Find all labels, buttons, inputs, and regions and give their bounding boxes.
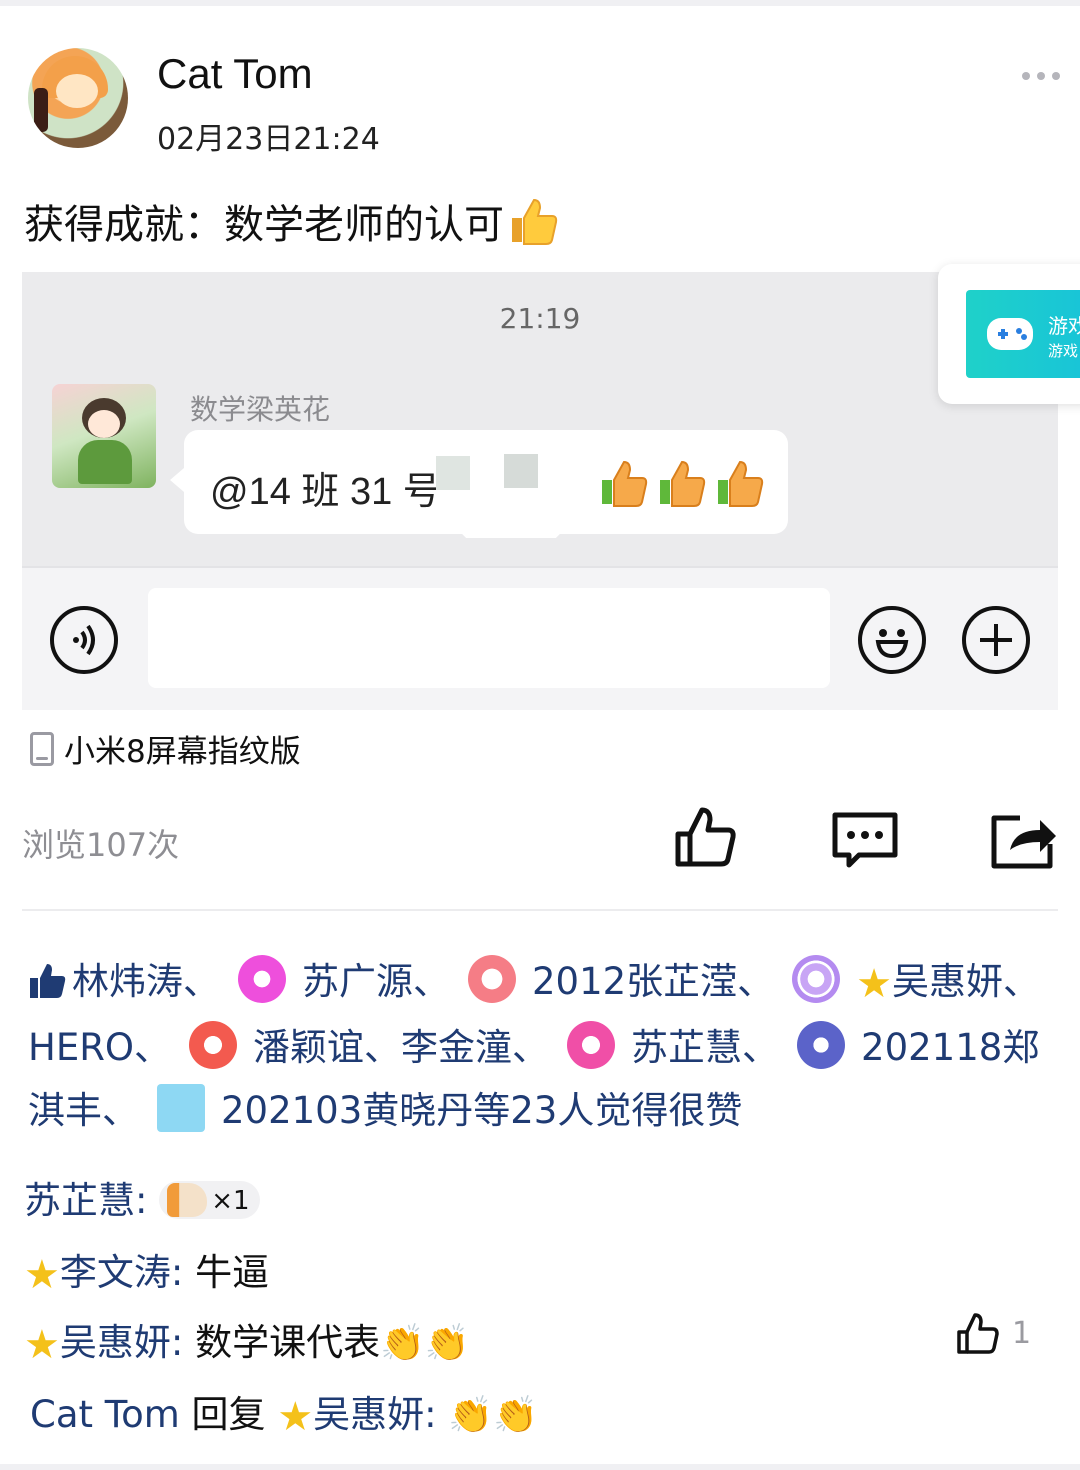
comment-icon[interactable] <box>832 812 898 870</box>
star-icon: ★ <box>856 961 893 1007</box>
chat-input-bar <box>22 566 1058 710</box>
comment-author[interactable]: Cat Tom <box>30 1393 180 1436</box>
liker-name[interactable]: 林炜涛、 <box>72 960 220 1003</box>
voice-icon <box>50 606 118 674</box>
post-text: 获得成就：数学老师的认可 <box>24 192 558 250</box>
comment-item[interactable]: 苏芷慧: ×1 <box>24 1170 260 1224</box>
star-icon: ★ <box>24 1252 60 1298</box>
comment-text: 数学课代表 <box>195 1321 381 1364</box>
liker-name[interactable]: 2012张芷滢、 <box>532 960 774 1003</box>
game-button[interactable]: 游戏 游戏 <box>966 290 1080 378</box>
comment-reply[interactable]: Cat Tom 回复 ★吴惠妍: 👏👏 <box>30 1384 538 1440</box>
top-divider <box>0 0 1080 6</box>
chat-time: 21:19 <box>499 302 581 335</box>
thumbs-up-emoji-icon <box>718 460 764 507</box>
star-badge-icon <box>567 1021 616 1069</box>
like-icon[interactable] <box>674 806 738 870</box>
section-divider <box>22 909 1058 911</box>
game-subtitle: 游戏 <box>1048 342 1079 360</box>
thumbs-up-emoji-icon <box>660 460 706 507</box>
likes-list: 林炜涛、 苏广源、 2012张芷滢、 ★吴惠妍、 HERO、 潘颖谊、李金潼、 苏芷慧、 2… <box>28 950 1048 1142</box>
plus-icon <box>962 606 1030 674</box>
bottom-divider <box>0 1464 1080 1470</box>
more-options-icon[interactable] <box>1022 72 1062 86</box>
likes-summary[interactable]: 202103黄晓丹等23人觉得很赞 <box>221 1089 742 1132</box>
sender-name: 数学梁英花 <box>190 393 331 426</box>
blurred-region <box>436 456 470 490</box>
sender-avatar <box>52 384 156 488</box>
comment-like-icon[interactable] <box>956 1312 1000 1356</box>
bottle-badge-icon <box>157 1084 205 1132</box>
comment-like-count: 1 <box>1012 1316 1032 1351</box>
paw-badge-icon <box>189 1021 238 1069</box>
glasses-badge-icon <box>797 1021 846 1069</box>
liker-name[interactable]: 苏广源、 <box>302 960 450 1003</box>
reply-target[interactable]: 吴惠妍: <box>313 1393 436 1436</box>
comment-author[interactable]: 吴惠妍: <box>60 1321 183 1364</box>
message-bubble: @14 班 31 号 <box>170 430 788 534</box>
device-name: 小米8屏幕指纹版 <box>64 734 301 770</box>
hand-sticker-icon <box>167 1183 208 1217</box>
comment-item[interactable]: ★吴惠妍: 数学课代表👏👏 <box>24 1312 470 1368</box>
comment-author[interactable]: 李文涛: <box>60 1251 183 1294</box>
heart-badge-icon <box>792 955 841 1003</box>
chat-screenshot-image[interactable]: 21:19 数学梁英花 @14 班 31 号 <box>22 272 1058 710</box>
game-title: 游戏 <box>1048 314 1080 338</box>
reply-word: 回复 <box>191 1393 266 1436</box>
liker-name[interactable]: 苏芷慧、 <box>631 1026 779 1069</box>
user-avatar[interactable] <box>28 48 128 148</box>
like-filled-icon <box>30 964 66 998</box>
view-count: 浏览107次 <box>22 826 180 864</box>
comment-text: 牛逼 <box>195 1251 270 1294</box>
gamepad-icon <box>987 318 1033 350</box>
liker-name[interactable]: HERO、 <box>28 1026 171 1069</box>
game-floating-popup[interactable]: 游戏 游戏 <box>938 264 1080 404</box>
badge-icon <box>238 955 286 1003</box>
clapping-emoji-icon: 👏👏 <box>380 1323 470 1364</box>
comment-item[interactable]: ★李文涛: 牛逼 <box>24 1242 269 1298</box>
sticker-count: ×1 <box>211 1186 250 1216</box>
blurred-region <box>504 454 538 488</box>
post-username[interactable]: Cat Tom <box>157 50 313 98</box>
chat-text-input <box>148 588 830 688</box>
liker-name[interactable]: 吴惠妍、 <box>892 960 1040 1003</box>
thumbs-up-emoji-icon <box>512 198 558 245</box>
star-icon: ★ <box>277 1394 314 1440</box>
thumbs-up-emoji-icon <box>602 460 648 507</box>
sticker-reaction: ×1 <box>159 1181 260 1219</box>
liker-name[interactable]: 潘颖谊、李金潼、 <box>253 1026 549 1069</box>
post-text-content: 获得成就：数学老师的认可 <box>24 202 504 248</box>
device-info: 小米8屏幕指纹版 <box>30 726 301 771</box>
star-badge-icon <box>468 955 516 1003</box>
phone-icon <box>30 731 54 766</box>
thumbs-up-emojis <box>598 456 768 510</box>
star-icon: ★ <box>24 1322 60 1368</box>
comment-author[interactable]: 苏芷慧: <box>24 1179 147 1222</box>
bubble-notch <box>452 524 570 538</box>
share-icon[interactable] <box>990 810 1058 870</box>
emoji-icon <box>858 606 926 674</box>
clapping-emoji-icon: 👏👏 <box>448 1395 539 1436</box>
message-text: @14 班 31 号 <box>210 471 441 513</box>
post-timestamp: 02月23日21:24 <box>157 122 380 157</box>
